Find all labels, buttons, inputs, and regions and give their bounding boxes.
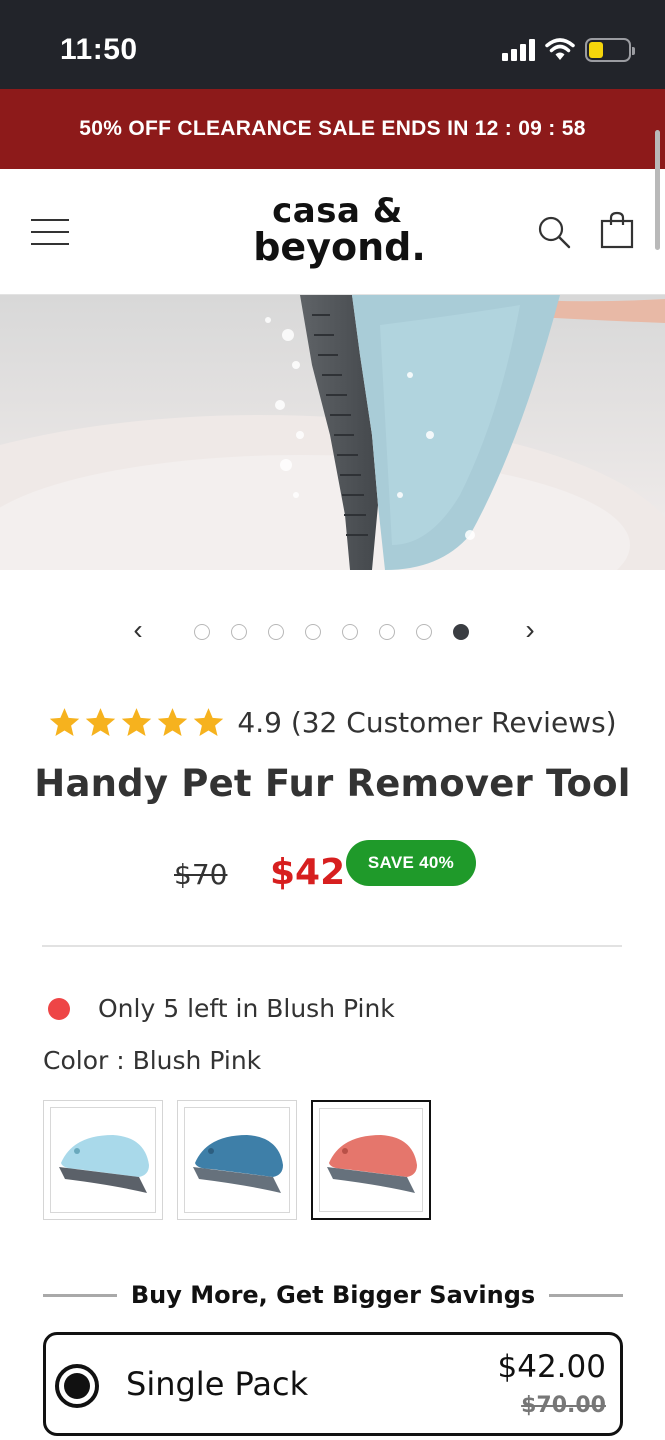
product-thumbnail-dark-blue <box>193 1135 283 1193</box>
wifi-icon <box>545 38 575 60</box>
stock-text: Only 5 left in Blush Pink <box>98 994 395 1023</box>
status-bar: 11:50 <box>0 0 665 89</box>
product-thumbnail-light-blue <box>59 1135 149 1193</box>
star-icon <box>194 708 224 736</box>
radio-dot <box>64 1373 90 1399</box>
heading-rule-right <box>549 1293 624 1297</box>
sale-price: $42 <box>270 852 346 893</box>
product-title: Handy Pet Fur Remover Tool <box>34 762 631 805</box>
image-carousel-controls: ‹ › <box>0 610 665 654</box>
promo-countdown: 12 : 09 : 58 <box>474 117 586 140</box>
promo-banner[interactable]: 50% OFF CLEARANCE SALE ENDS IN 12 : 09 :… <box>0 89 665 169</box>
carousel-dots <box>194 624 469 640</box>
save-badge: SAVE 40% <box>346 840 476 886</box>
carousel-dot[interactable] <box>194 624 210 640</box>
site-header: casa & beyond. <box>0 169 665 295</box>
radio-button-selected[interactable] <box>55 1364 99 1408</box>
chevron-right-icon[interactable]: › <box>516 616 544 646</box>
heading-rule-left <box>43 1293 117 1297</box>
carousel-dot[interactable] <box>231 624 247 640</box>
rating-stars <box>48 706 225 739</box>
color-label: Color : Blush Pink <box>43 1046 262 1075</box>
swatch-image <box>50 1107 156 1213</box>
battery-icon <box>585 38 635 62</box>
bundle-option-label: Single Pack <box>126 1365 309 1403</box>
search-icon[interactable] <box>537 215 571 249</box>
low-stock-dot-icon <box>48 997 70 1020</box>
bundle-option-single-pack[interactable]: Single Pack $42.00 $70.00 <box>43 1332 623 1436</box>
star-icon <box>122 708 152 736</box>
chevron-left-icon[interactable]: ‹ <box>124 616 152 646</box>
bundle-option-price: $42.00 <box>497 1349 606 1385</box>
bundle-heading-text: Buy More, Get Bigger Savings <box>130 1281 536 1309</box>
carousel-dot[interactable] <box>305 624 321 640</box>
carousel-dot[interactable] <box>416 624 432 640</box>
compare-at-price: $70 <box>174 858 228 891</box>
carousel-dot[interactable] <box>268 624 284 640</box>
swatch-blush-pink[interactable] <box>311 1100 431 1220</box>
star-icon <box>158 708 188 736</box>
carousel-dot-active[interactable] <box>453 624 469 640</box>
product-image[interactable] <box>0 295 665 570</box>
stock-indicator: Only 5 left in Blush Pink <box>48 994 395 1023</box>
scrollbar[interactable] <box>655 130 660 250</box>
carousel-dot[interactable] <box>342 624 358 640</box>
status-time: 11:50 <box>60 33 138 66</box>
swatch-image <box>319 1108 423 1212</box>
swatch-image <box>184 1107 290 1213</box>
carousel-dot[interactable] <box>379 624 395 640</box>
star-icon <box>50 708 80 736</box>
swatch-dark-blue[interactable] <box>177 1100 297 1220</box>
bundle-heading: Buy More, Get Bigger Savings <box>43 1278 624 1312</box>
divider <box>42 945 622 947</box>
cellular-signal-icon <box>502 39 535 61</box>
color-swatches <box>43 1100 431 1220</box>
battery-level <box>589 42 603 58</box>
star-icon <box>86 708 116 736</box>
promo-text: 50% OFF CLEARANCE SALE ENDS IN <box>79 117 469 140</box>
product-rating[interactable]: 4.9 (32 Customer Reviews) <box>0 706 665 739</box>
status-icons <box>502 38 635 62</box>
rating-text: 4.9 (32 Customer Reviews) <box>237 706 617 739</box>
bundle-option-old-price: $70.00 <box>521 1393 606 1418</box>
product-thumbnail-blush-pink <box>327 1135 417 1193</box>
shopping-bag-icon[interactable] <box>600 211 634 249</box>
swatch-light-blue[interactable] <box>43 1100 163 1220</box>
